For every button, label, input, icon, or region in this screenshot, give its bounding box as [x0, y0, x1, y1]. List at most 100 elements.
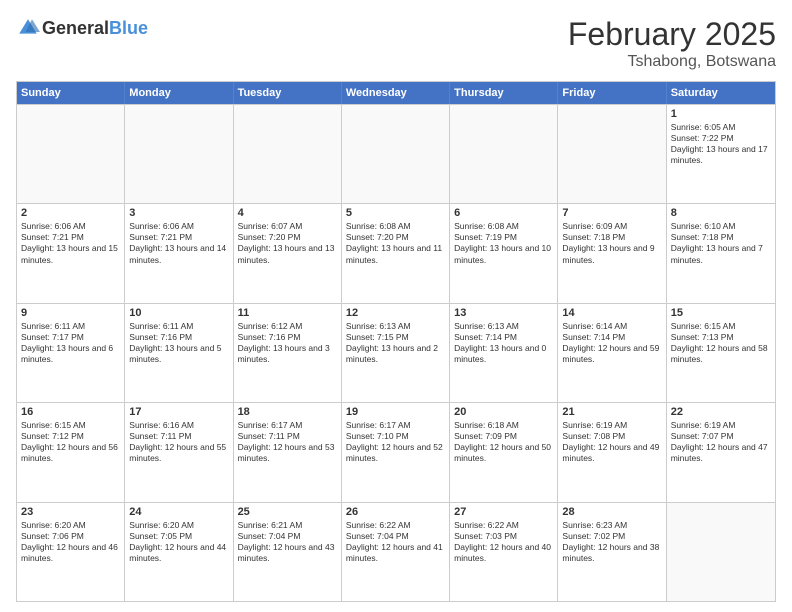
day-number: 6 — [454, 207, 553, 219]
day-info: Sunrise: 6:11 AM Sunset: 7:17 PM Dayligh… — [21, 321, 120, 365]
calendar-cell: 22 Sunrise: 6:19 AM Sunset: 7:07 PM Dayli… — [667, 403, 775, 501]
day-number: 13 — [454, 307, 553, 319]
calendar-cell: 8 Sunrise: 6:10 AM Sunset: 7:18 PM Daylig… — [667, 204, 775, 302]
day-number: 19 — [346, 406, 445, 418]
calendar-cell: 11Sunrise: 6:12 AM Sunset: 7:16 PM Dayli… — [234, 304, 342, 402]
day-info: Sunrise: 6:10 AM Sunset: 7:18 PM Dayligh… — [671, 221, 771, 265]
day-number: 28 — [562, 506, 661, 518]
calendar-cell: 14 Sunrise: 6:14 AM Sunset: 7:14 PM Dayli… — [558, 304, 666, 402]
day-number: 14 — [562, 307, 661, 319]
day-info: Sunrise: 6:06 AM Sunset: 7:21 PM Dayligh… — [129, 221, 228, 265]
day-info: Sunrise: 6:14 AM Sunset: 7:14 PM Dayligh… — [562, 321, 661, 365]
calendar-body: 1 Sunrise: 6:05 AM Sunset: 7:22 PM Daylig… — [17, 104, 775, 601]
day-number: 2 — [21, 207, 120, 219]
calendar-cell: 13 Sunrise: 6:13 AM Sunset: 7:14 PM Dayli… — [450, 304, 558, 402]
calendar-cell — [667, 503, 775, 601]
calendar-cell: 7 Sunrise: 6:09 AM Sunset: 7:18 PM Daylig… — [558, 204, 666, 302]
week-row-1: 2 Sunrise: 6:06 AM Sunset: 7:21 PM Daylig… — [17, 203, 775, 302]
day-info: Sunrise: 6:23 AM Sunset: 7:02 PM Dayligh… — [562, 520, 661, 564]
day-info: Sunrise: 6:05 AM Sunset: 7:22 PM Dayligh… — [671, 122, 771, 166]
day-info: Sunrise: 6:21 AM Sunset: 7:04 PM Dayligh… — [238, 520, 337, 564]
week-row-0: 1 Sunrise: 6:05 AM Sunset: 7:22 PM Daylig… — [17, 104, 775, 203]
day-info: Sunrise: 6:22 AM Sunset: 7:03 PM Dayligh… — [454, 520, 553, 564]
day-info: Sunrise: 6:07 AM Sunset: 7:20 PM Dayligh… — [238, 221, 337, 265]
day-number: 12 — [346, 307, 445, 319]
calendar-cell: 25 Sunrise: 6:21 AM Sunset: 7:04 PM Dayli… — [234, 503, 342, 601]
day-info: Sunrise: 6:08 AM Sunset: 7:20 PM Dayligh… — [346, 221, 445, 265]
location: Tshabong, Botswana — [568, 53, 776, 71]
calendar-cell: 16 Sunrise: 6:15 AM Sunset: 7:12 PM Dayli… — [17, 403, 125, 501]
page-header: GeneralBlue February 2025 Tshabong, Bots… — [16, 16, 776, 71]
calendar-cell: 15Sunrise: 6:15 AM Sunset: 7:13 PM Dayli… — [667, 304, 775, 402]
day-number: 22 — [671, 406, 771, 418]
day-info: Sunrise: 6:16 AM Sunset: 7:11 PM Dayligh… — [129, 420, 228, 464]
day-number: 21 — [562, 406, 661, 418]
day-number: 18 — [238, 406, 337, 418]
day-info: Sunrise: 6:20 AM Sunset: 7:06 PM Dayligh… — [21, 520, 120, 564]
calendar-cell: 4 Sunrise: 6:07 AM Sunset: 7:20 PM Daylig… — [234, 204, 342, 302]
logo-icon — [16, 16, 40, 40]
calendar-cell: 5 Sunrise: 6:08 AM Sunset: 7:20 PM Daylig… — [342, 204, 450, 302]
day-number: 9 — [21, 307, 120, 319]
day-number: 10 — [129, 307, 228, 319]
day-info: Sunrise: 6:06 AM Sunset: 7:21 PM Dayligh… — [21, 221, 120, 265]
day-number: 24 — [129, 506, 228, 518]
logo-blue: Blue — [109, 18, 148, 38]
day-number: 15 — [671, 307, 771, 319]
day-info: Sunrise: 6:15 AM Sunset: 7:12 PM Dayligh… — [21, 420, 120, 464]
calendar-cell: 28 Sunrise: 6:23 AM Sunset: 7:02 PM Dayli… — [558, 503, 666, 601]
calendar-cell: 9 Sunrise: 6:11 AM Sunset: 7:17 PM Daylig… — [17, 304, 125, 402]
calendar-cell: 3 Sunrise: 6:06 AM Sunset: 7:21 PM Daylig… — [125, 204, 233, 302]
day-info: Sunrise: 6:13 AM Sunset: 7:14 PM Dayligh… — [454, 321, 553, 365]
day-number: 23 — [21, 506, 120, 518]
month-title: February 2025 — [568, 16, 776, 53]
day-number: 3 — [129, 207, 228, 219]
day-info: Sunrise: 6:13 AM Sunset: 7:15 PM Dayligh… — [346, 321, 445, 365]
day-info: Sunrise: 6:22 AM Sunset: 7:04 PM Dayligh… — [346, 520, 445, 564]
day-number: 7 — [562, 207, 661, 219]
calendar-cell: 10 Sunrise: 6:11 AM Sunset: 7:16 PM Dayli… — [125, 304, 233, 402]
day-number: 1 — [671, 108, 771, 120]
day-of-week-header: Monday — [125, 82, 233, 104]
calendar-cell — [342, 105, 450, 203]
calendar-cell: 24 Sunrise: 6:20 AM Sunset: 7:05 PM Dayli… — [125, 503, 233, 601]
calendar-cell: 12 Sunrise: 6:13 AM Sunset: 7:15 PM Dayli… — [342, 304, 450, 402]
day-info: Sunrise: 6:09 AM Sunset: 7:18 PM Dayligh… — [562, 221, 661, 265]
calendar-cell: 27 Sunrise: 6:22 AM Sunset: 7:03 PM Dayli… — [450, 503, 558, 601]
day-info: Sunrise: 6:11 AM Sunset: 7:16 PM Dayligh… — [129, 321, 228, 365]
day-number: 27 — [454, 506, 553, 518]
logo-general: General — [42, 18, 109, 38]
day-number: 4 — [238, 207, 337, 219]
calendar-cell: 26 Sunrise: 6:22 AM Sunset: 7:04 PM Dayli… — [342, 503, 450, 601]
day-number: 26 — [346, 506, 445, 518]
day-of-week-header: Tuesday — [234, 82, 342, 104]
calendar-cell — [234, 105, 342, 203]
day-number: 17 — [129, 406, 228, 418]
day-number: 8 — [671, 207, 771, 219]
day-number: 16 — [21, 406, 120, 418]
day-of-week-header: Sunday — [17, 82, 125, 104]
day-info: Sunrise: 6:17 AM Sunset: 7:10 PM Dayligh… — [346, 420, 445, 464]
calendar-cell: 23 Sunrise: 6:20 AM Sunset: 7:06 PM Dayli… — [17, 503, 125, 601]
title-area: February 2025 Tshabong, Botswana — [568, 16, 776, 71]
week-row-2: 9 Sunrise: 6:11 AM Sunset: 7:17 PM Daylig… — [17, 303, 775, 402]
calendar-cell: 21Sunrise: 6:19 AM Sunset: 7:08 PM Dayli… — [558, 403, 666, 501]
day-info: Sunrise: 6:19 AM Sunset: 7:07 PM Dayligh… — [671, 420, 771, 464]
logo: GeneralBlue — [16, 16, 148, 40]
day-info: Sunrise: 6:17 AM Sunset: 7:11 PM Dayligh… — [238, 420, 337, 464]
calendar-cell: 20 Sunrise: 6:18 AM Sunset: 7:09 PM Dayli… — [450, 403, 558, 501]
day-info: Sunrise: 6:18 AM Sunset: 7:09 PM Dayligh… — [454, 420, 553, 464]
week-row-3: 16 Sunrise: 6:15 AM Sunset: 7:12 PM Dayli… — [17, 402, 775, 501]
day-info: Sunrise: 6:20 AM Sunset: 7:05 PM Dayligh… — [129, 520, 228, 564]
calendar-cell: 1 Sunrise: 6:05 AM Sunset: 7:22 PM Daylig… — [667, 105, 775, 203]
calendar-cell: 17 Sunrise: 6:16 AM Sunset: 7:11 PM Dayli… — [125, 403, 233, 501]
day-number: 25 — [238, 506, 337, 518]
calendar-cell — [125, 105, 233, 203]
day-number: 11 — [238, 307, 337, 319]
week-row-4: 23 Sunrise: 6:20 AM Sunset: 7:06 PM Dayli… — [17, 502, 775, 601]
day-number: 5 — [346, 207, 445, 219]
calendar-cell: 2 Sunrise: 6:06 AM Sunset: 7:21 PM Daylig… — [17, 204, 125, 302]
calendar-cell — [450, 105, 558, 203]
day-number: 20 — [454, 406, 553, 418]
day-of-week-header: Saturday — [667, 82, 775, 104]
